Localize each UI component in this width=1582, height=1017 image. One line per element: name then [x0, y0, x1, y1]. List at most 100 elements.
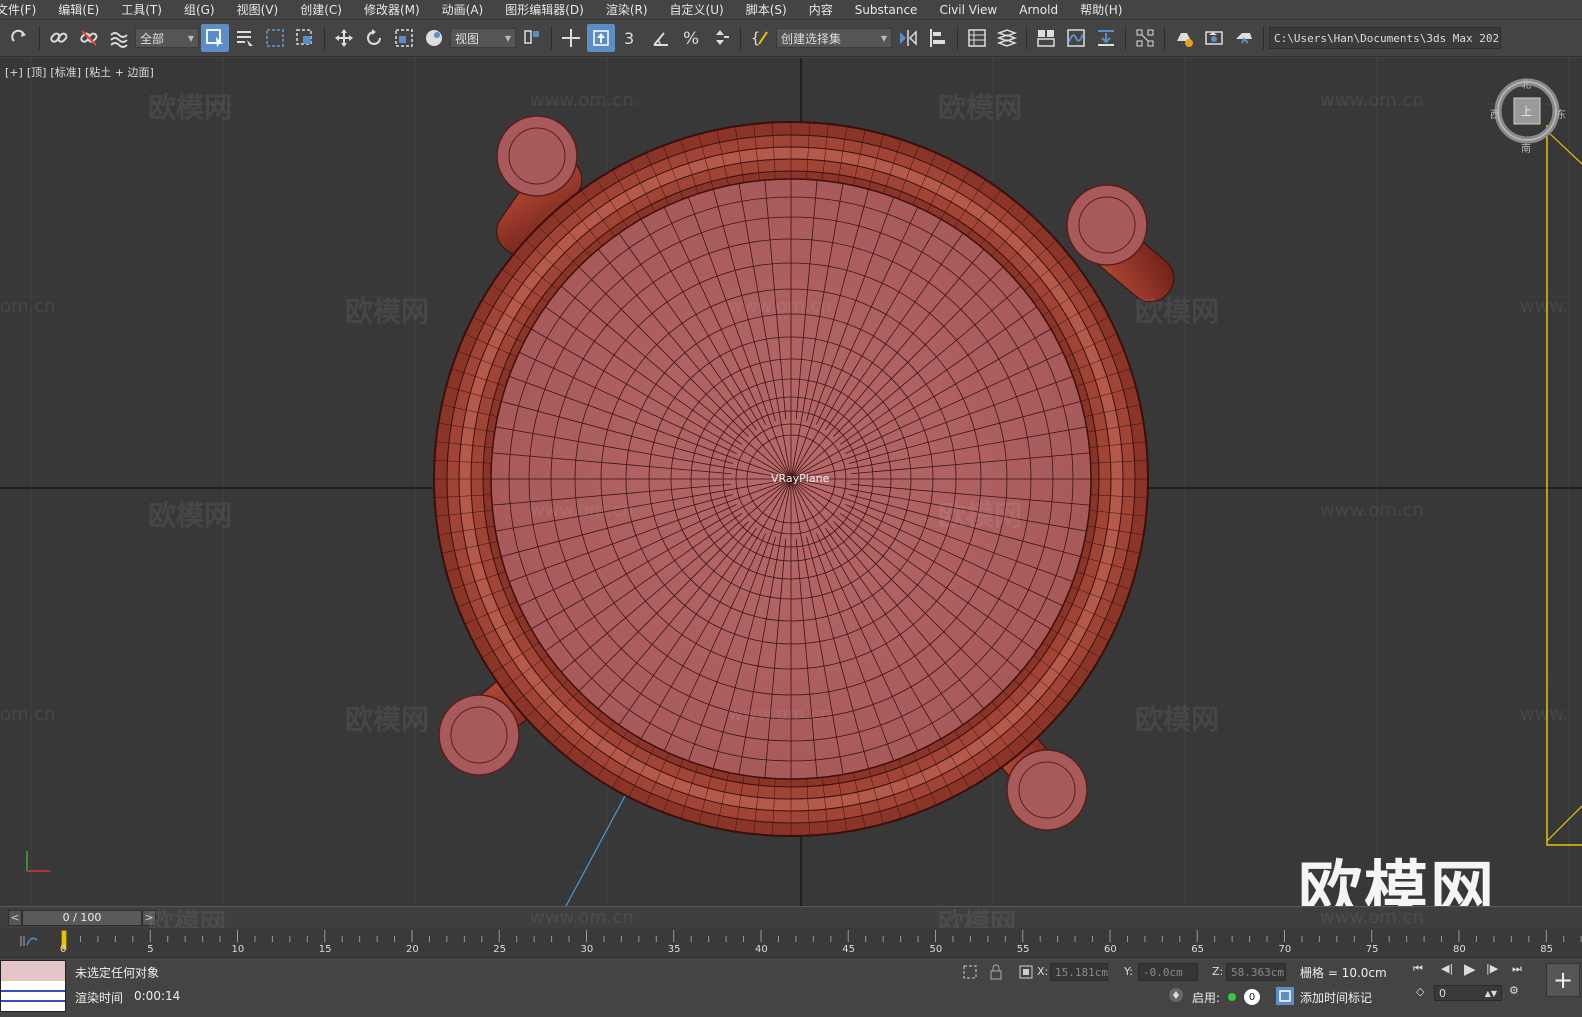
menu-item[interactable]: 图形编辑器(D) — [495, 0, 596, 19]
menu-item[interactable]: 动画(A) — [432, 0, 496, 19]
toolbar-separator — [740, 26, 741, 50]
svg-text:{: { — [751, 29, 760, 47]
play-icon[interactable]: ▶ — [1464, 960, 1476, 978]
rotate-icon[interactable] — [360, 24, 388, 52]
ribbon-toggle-icon[interactable] — [1032, 24, 1060, 52]
track-tick-label: 40 — [755, 944, 768, 955]
go-to-end-icon[interactable]: ⏭ — [1512, 962, 1522, 976]
viewport-label-part[interactable]: [+] — [5, 66, 23, 79]
place-icon[interactable] — [420, 24, 448, 52]
add-viewport-button[interactable]: + — [1546, 963, 1580, 997]
material-editor-icon[interactable] — [1131, 24, 1159, 52]
menu-item[interactable]: Substance — [845, 0, 930, 19]
toolbar-separator — [39, 26, 40, 50]
go-to-start-icon[interactable]: ⏮ — [1413, 962, 1423, 976]
current-frame-field[interactable]: 0 ▲▼ — [1434, 985, 1502, 1001]
scene-explorer-icon[interactable] — [963, 24, 991, 52]
add-time-tag-label[interactable]: 添加时间标记 — [1300, 989, 1372, 1006]
link-icon[interactable] — [45, 24, 73, 52]
time-slider[interactable]: < 0 / 100 > 欧模网 www.om.cn 欧模网 www.om.cn — [0, 906, 1582, 939]
menu-item[interactable]: 文件(F) — [0, 0, 48, 19]
reference-coord-dropdown[interactable]: 视图 ▼ — [450, 28, 516, 48]
adaptive-degradation-icon[interactable] — [1168, 987, 1184, 1007]
select-manipulate-icon[interactable] — [557, 24, 585, 52]
selection-lock-icon[interactable] — [989, 964, 1003, 984]
track-bar[interactable]: 0 5 10 15 20 25 30 35 40 45 50 55 60 65 70 75 80 85 — [0, 928, 1582, 958]
select-by-name-icon[interactable] — [231, 24, 259, 52]
next-frame-icon[interactable]: |▶ — [1486, 962, 1498, 975]
edit-named-selection-icon[interactable]: { — [746, 24, 774, 52]
rendered-frame-window-icon[interactable] — [1200, 24, 1228, 52]
mirror-icon[interactable] — [894, 24, 922, 52]
menu-item[interactable]: 视图(V) — [227, 0, 291, 19]
track-tick-label: 75 — [1365, 944, 1379, 955]
time-tag-icon[interactable] — [1276, 987, 1294, 1005]
enable-status-dot[interactable] — [1228, 993, 1236, 1001]
menu-item[interactable]: 内容 — [799, 0, 845, 19]
key-mode-toggle-icon[interactable]: ◇ — [1416, 985, 1424, 998]
x-coord-field[interactable]: 15.181cm — [1050, 963, 1108, 981]
layer-explorer-icon[interactable] — [993, 24, 1021, 52]
schematic-view-icon[interactable] — [1092, 24, 1120, 52]
move-icon[interactable] — [330, 24, 358, 52]
snaps-toggle-icon[interactable]: 3 — [617, 24, 645, 52]
menu-item[interactable]: 组(G) — [174, 0, 227, 19]
pivot-center-icon[interactable] — [518, 24, 546, 52]
angle-snap-icon[interactable] — [647, 24, 675, 52]
redo-icon[interactable] — [6, 24, 34, 52]
prev-frame-arrow[interactable]: < — [8, 909, 22, 926]
viewport-top[interactable]: [+] [顶] [标准] [粘土 + 边面] VRayPlane 北 南 西 东 上 … — [0, 58, 1582, 906]
viewport-label-part[interactable]: [标准] — [50, 66, 81, 79]
unlink-icon[interactable] — [75, 24, 103, 52]
watermark: 欧模网 — [938, 499, 1023, 532]
menu-item[interactable]: Arnold — [1009, 0, 1070, 19]
scale-icon[interactable] — [390, 24, 418, 52]
selection-filter-dropdown[interactable]: 全部 ▼ — [135, 28, 199, 48]
status-count-badge[interactable]: 0 — [1244, 989, 1260, 1005]
menu-item[interactable]: 编辑(E) — [48, 0, 111, 19]
time-slider-thumb[interactable]: 0 / 100 — [22, 909, 142, 926]
menu-item[interactable]: 工具(T) — [111, 0, 174, 19]
menu-item[interactable]: 自定义(U) — [660, 0, 736, 19]
render-setup-icon[interactable] — [1170, 24, 1198, 52]
toolbar-separator — [551, 26, 552, 50]
viewport-label-part[interactable]: [顶] — [27, 66, 47, 79]
percent-snap-icon[interactable]: % — [677, 24, 705, 52]
curve-editor-icon[interactable] — [1062, 24, 1090, 52]
track-tick-label: 65 — [1191, 944, 1204, 955]
axis-tripod — [26, 851, 50, 872]
menu-item[interactable]: 修改器(M) — [354, 0, 432, 19]
watermark-url: www.om.cn — [1320, 500, 1424, 521]
keyboard-shortcut-override-icon[interactable] — [587, 24, 615, 52]
menu-item[interactable]: 脚本(S) — [736, 0, 799, 19]
render-production-icon[interactable] — [1230, 24, 1258, 52]
menu-item[interactable]: 创建(C) — [290, 0, 354, 19]
y-coord-field[interactable]: -0.0cm — [1138, 963, 1198, 981]
watermark-url: www. — [1520, 704, 1569, 725]
menu-item[interactable]: Civil View — [929, 0, 1009, 19]
align-icon[interactable] — [924, 24, 952, 52]
absolute-mode-transform-icon[interactable] — [1018, 964, 1034, 984]
select-object-icon[interactable] — [201, 24, 229, 52]
viewport-label[interactable]: [+] [顶] [标准] [粘土 + 边面] — [5, 64, 158, 80]
watermark-url: om.cn — [0, 704, 56, 725]
rectangular-selection-icon[interactable] — [261, 24, 289, 52]
window-crossing-icon[interactable] — [291, 24, 319, 52]
time-configuration-icon[interactable]: ⚙ — [1509, 984, 1519, 997]
maxscript-listener[interactable] — [0, 960, 66, 1012]
spinner-snap-icon[interactable] — [707, 24, 735, 52]
viewport-label-part[interactable]: [粘土 + 边面] — [85, 66, 154, 79]
z-coord-field[interactable]: 58.363cm — [1226, 963, 1286, 981]
project-path-value: C:\Users\Han\Documents\3ds Max 2022 — [1274, 31, 1501, 45]
isolate-selection-icon[interactable] — [962, 964, 978, 984]
named-selection-dropdown[interactable]: 创建选择集 ▼ — [776, 28, 892, 48]
viewcube-face-label: 上 — [1521, 105, 1532, 118]
main-toolbar: 全部 ▼ 视图 ▼ 3 % {创建选择集 ▼ C:\Users\Han\Doc… — [0, 20, 1582, 57]
previous-frame-icon[interactable]: ◀| — [1441, 962, 1453, 975]
viewcube-north-label: 北 — [1521, 80, 1531, 91]
bind-space-warp-icon[interactable] — [105, 24, 133, 52]
menu-item[interactable]: 渲染(R) — [596, 0, 660, 19]
track-tick-label: 0 — [60, 944, 67, 955]
project-path-dropdown[interactable]: C:\Users\Han\Documents\3ds Max 2022▼ — [1269, 27, 1501, 49]
menu-item[interactable]: 帮助(H) — [1070, 0, 1134, 19]
